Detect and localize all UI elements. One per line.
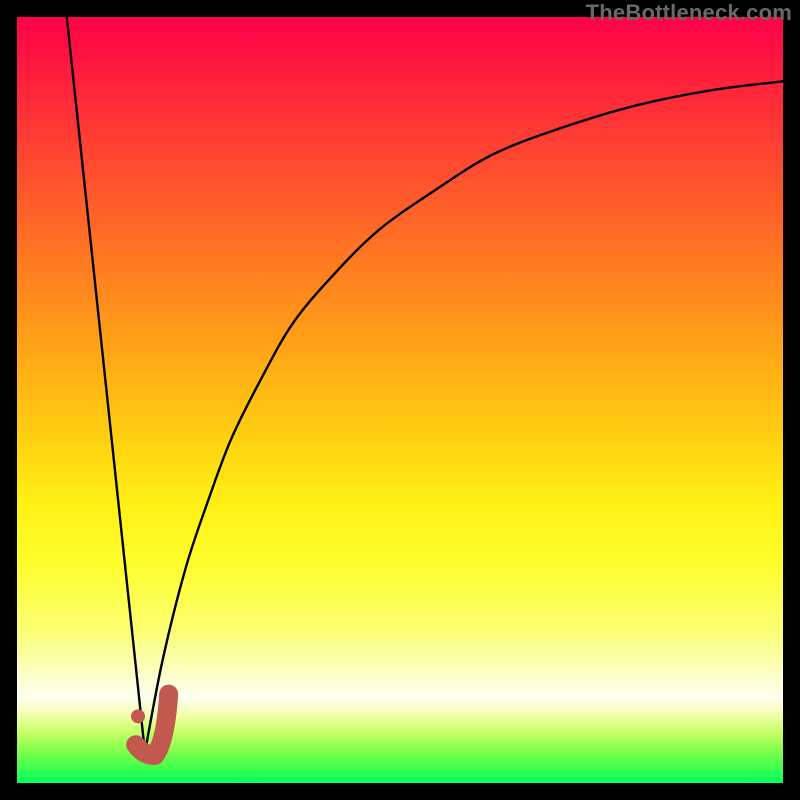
chart-canvas: TheBottleneck.com bbox=[0, 0, 800, 800]
j-marker-dot bbox=[131, 709, 145, 723]
left-line bbox=[67, 17, 145, 752]
watermark-text: TheBottleneck.com bbox=[586, 0, 792, 26]
chart-svg bbox=[17, 17, 783, 783]
right-curve bbox=[145, 81, 783, 752]
plot-area bbox=[17, 17, 783, 783]
